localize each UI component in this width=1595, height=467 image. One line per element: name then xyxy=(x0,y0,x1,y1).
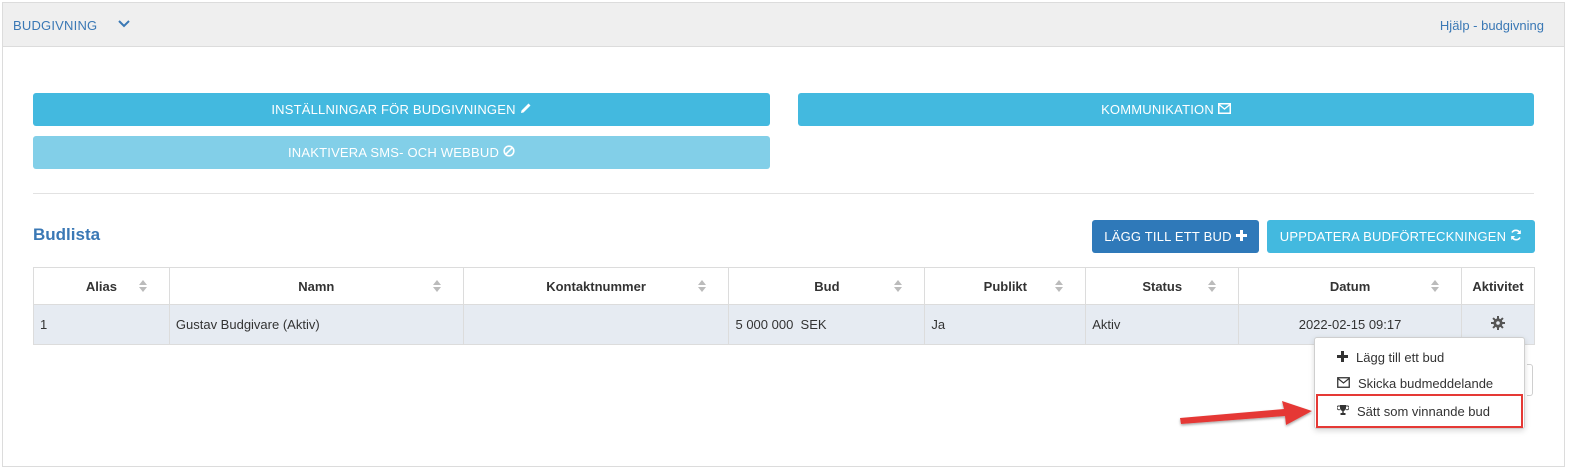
topbar-title: BUDGIVNING xyxy=(13,18,98,33)
ban-icon xyxy=(503,145,515,160)
annotation-highlight-box xyxy=(1316,394,1523,428)
column-header-contact[interactable]: Kontaktnummer xyxy=(462,267,730,305)
divider xyxy=(33,193,1534,194)
column-header-date[interactable]: Datum xyxy=(1238,267,1462,305)
envelope-icon xyxy=(1217,102,1231,117)
menu-item-label: Skicka budmeddelande xyxy=(1358,375,1494,391)
envelope-icon xyxy=(1337,376,1350,391)
deactivate-button-label: INAKTIVERA SMS- OCH WEBBUD xyxy=(287,145,500,160)
sort-icon xyxy=(432,280,441,292)
cell-alias: 1 xyxy=(33,304,170,345)
column-header-status[interactable]: Status xyxy=(1085,267,1240,305)
column-header-bid[interactable]: Bud xyxy=(728,267,926,305)
communication-button[interactable]: KOMMUNIKATION xyxy=(798,93,1534,126)
table-row[interactable]: 1 Gustav Budgivare (Aktiv) 5 000 000 SEK… xyxy=(33,304,1536,345)
cell-status: Aktiv xyxy=(1085,304,1240,345)
column-header-public[interactable]: Publikt xyxy=(924,267,1087,305)
column-header-name[interactable]: Namn xyxy=(168,267,464,305)
refresh-icon xyxy=(1510,229,1522,244)
topbar: BUDGIVNING Hjälp - budgivning xyxy=(3,3,1564,47)
plus-icon xyxy=(1337,350,1348,365)
update-bidlist-button[interactable]: UPPDATERA BUDFÖRTECKNINGEN xyxy=(1267,220,1535,253)
hidden-button-edge xyxy=(1527,364,1533,396)
cell-contact xyxy=(462,304,730,345)
bid-table: Alias Namn Kontaktnummer Bud Publikt Sta… xyxy=(33,267,1536,345)
column-header-activity: Aktivitet xyxy=(1460,267,1536,305)
menu-item-send-bid-message[interactable]: Skicka budmeddelande xyxy=(1315,371,1524,395)
sort-icon xyxy=(698,280,707,292)
plus-icon xyxy=(1235,229,1247,244)
sort-icon xyxy=(1055,280,1064,292)
annotation-arrow-icon xyxy=(1180,401,1312,425)
add-bid-button-label: LÄGG TILL ETT BUD xyxy=(1104,229,1232,244)
update-button-label: UPPDATERA BUDFÖRTECKNINGEN xyxy=(1279,229,1507,244)
menu-item-add-bid[interactable]: Lägg till ett bud xyxy=(1315,345,1524,369)
communication-button-label: KOMMUNIKATION xyxy=(1101,102,1214,117)
gear-icon[interactable] xyxy=(1490,316,1505,333)
cell-public: Ja xyxy=(924,304,1087,345)
sort-icon xyxy=(138,280,147,292)
settings-button[interactable]: INSTÄLLNINGAR FÖR BUDGIVNINGEN xyxy=(33,93,770,126)
chevron-down-icon[interactable] xyxy=(115,15,133,33)
settings-button-label: INSTÄLLNINGAR FÖR BUDGIVNINGEN xyxy=(271,102,516,117)
add-bid-button[interactable]: LÄGG TILL ETT BUD xyxy=(1092,220,1259,253)
bidlist-title: Budlista xyxy=(33,225,101,244)
deactivate-sms-web-bids-button[interactable]: INAKTIVERA SMS- OCH WEBBUD xyxy=(33,136,770,169)
menu-item-label: Lägg till ett bud xyxy=(1356,349,1445,365)
column-header-alias[interactable]: Alias xyxy=(33,267,170,305)
cell-name: Gustav Budgivare (Aktiv) xyxy=(168,304,464,345)
sort-icon xyxy=(1430,280,1439,292)
pencil-icon xyxy=(520,102,532,117)
cell-bid: 5 000 000 SEK xyxy=(728,304,926,345)
help-link[interactable]: Hjälp - budgivning xyxy=(1440,18,1544,33)
sort-icon xyxy=(1208,280,1217,292)
sort-icon xyxy=(894,280,903,292)
table-header-row: Alias Namn Kontaktnummer Bud Publikt Sta… xyxy=(33,267,1536,305)
